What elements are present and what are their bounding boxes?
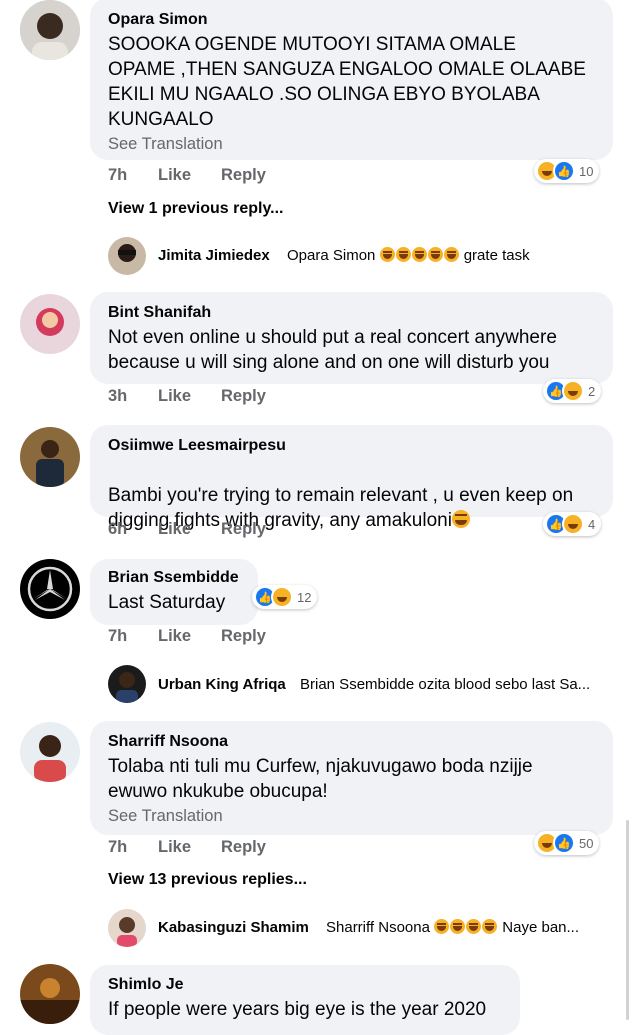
avatar[interactable] [108,237,146,275]
reply-author[interactable]: Jimita Jimiedex [158,247,270,264]
avatar[interactable] [20,559,80,619]
avatar[interactable] [20,722,80,782]
reaction-count: 50 [579,835,594,851]
reply-text: Brian Ssembidde ozita blood sebo last Sa… [300,676,591,693]
like-button[interactable]: Like [158,387,191,406]
haha-icon [562,380,584,402]
like-button[interactable]: Like [158,838,191,857]
comment-time[interactable]: 7h [108,838,127,857]
comment-author[interactable]: Bint Shanifah [108,304,211,322]
reply-button[interactable]: Reply [221,838,266,857]
comment-text: Tolaba nti tuli mu Curfew, njakuvugawo b… [108,756,533,802]
like-button[interactable]: Like [158,520,191,539]
laughing-emoji-icon [379,247,395,262]
reaction-summary[interactable]: 👍 10 [534,159,600,183]
comment-text: Last Saturday [108,592,226,613]
laughing-emoji-icon [482,919,498,934]
reaction-count: 4 [588,516,596,532]
see-translation-link[interactable]: See Translation [108,807,223,826]
reaction-count: 2 [588,383,596,399]
avatar[interactable] [20,0,80,60]
comment-author[interactable]: Brian Ssembidde [108,569,239,587]
see-translation-link[interactable]: See Translation [108,135,223,154]
comment-time[interactable]: 7h [108,166,127,185]
comment-text: If people were years big eye is the year… [108,999,487,1020]
comment-author[interactable]: Sharriff Nsoona [108,733,228,751]
laughing-emoji-icon [466,919,482,934]
avatar[interactable] [108,665,146,703]
reply-text: Sharriff Nsoona Naye ban... [326,919,580,936]
avatar[interactable] [20,964,80,1024]
reply-button[interactable]: Reply [221,387,266,406]
comment-text: SOOOKA OGENDE MUTOOYI SITAMA OMALE OPAME… [108,34,586,130]
view-previous-replies[interactable]: View 13 previous replies... [108,871,307,889]
comment-author[interactable]: Shimlo Je [108,976,184,994]
reply-button[interactable]: Reply [221,627,266,646]
laughing-emoji-icon [411,247,427,262]
comment-time[interactable]: 7h [108,627,127,646]
laughing-emoji-icon [443,247,459,262]
avatar[interactable] [108,909,146,947]
reply-button[interactable]: Reply [221,520,266,539]
laughing-emoji-icon [395,247,411,262]
haha-icon [562,513,584,535]
laughing-emoji-icon [451,510,470,528]
like-button[interactable]: Like [158,166,191,185]
view-previous-replies[interactable]: View 1 previous reply... [108,200,283,218]
reply-author[interactable]: Urban King Afriqa [158,676,286,693]
comment-time[interactable]: 3h [108,387,127,406]
reply-button[interactable]: Reply [221,166,266,185]
laughing-emoji-icon [427,247,443,262]
comment-author[interactable]: Opara Simon [108,11,208,29]
reaction-summary[interactable]: 👍 4 [543,512,602,536]
reaction-summary[interactable]: 👍 2 [543,379,602,403]
like-button[interactable]: Like [158,627,191,646]
comment-time[interactable]: 6h [108,520,127,539]
laughing-emoji-icon [450,919,466,934]
reaction-count: 10 [579,163,594,179]
haha-icon [271,586,293,608]
reaction-count: 12 [297,589,312,605]
avatar[interactable] [20,294,80,354]
comment-author[interactable]: Osiimwe Leesmairpesu [108,437,286,455]
thumbs-up-icon: 👍 [553,832,575,854]
scrollbar[interactable] [626,820,629,1020]
reaction-summary[interactable]: 👍 50 [534,831,600,855]
avatar[interactable] [20,427,80,487]
reply-text: Opara Simon grate task [287,247,530,264]
laughing-emoji-icon [434,919,450,934]
comment-text: Not even online u should put a real conc… [108,327,557,373]
reply-author[interactable]: Kabasinguzi Shamim [158,919,309,936]
reaction-summary[interactable]: 👍 12 [252,585,318,609]
thumbs-up-icon: 👍 [553,160,575,182]
